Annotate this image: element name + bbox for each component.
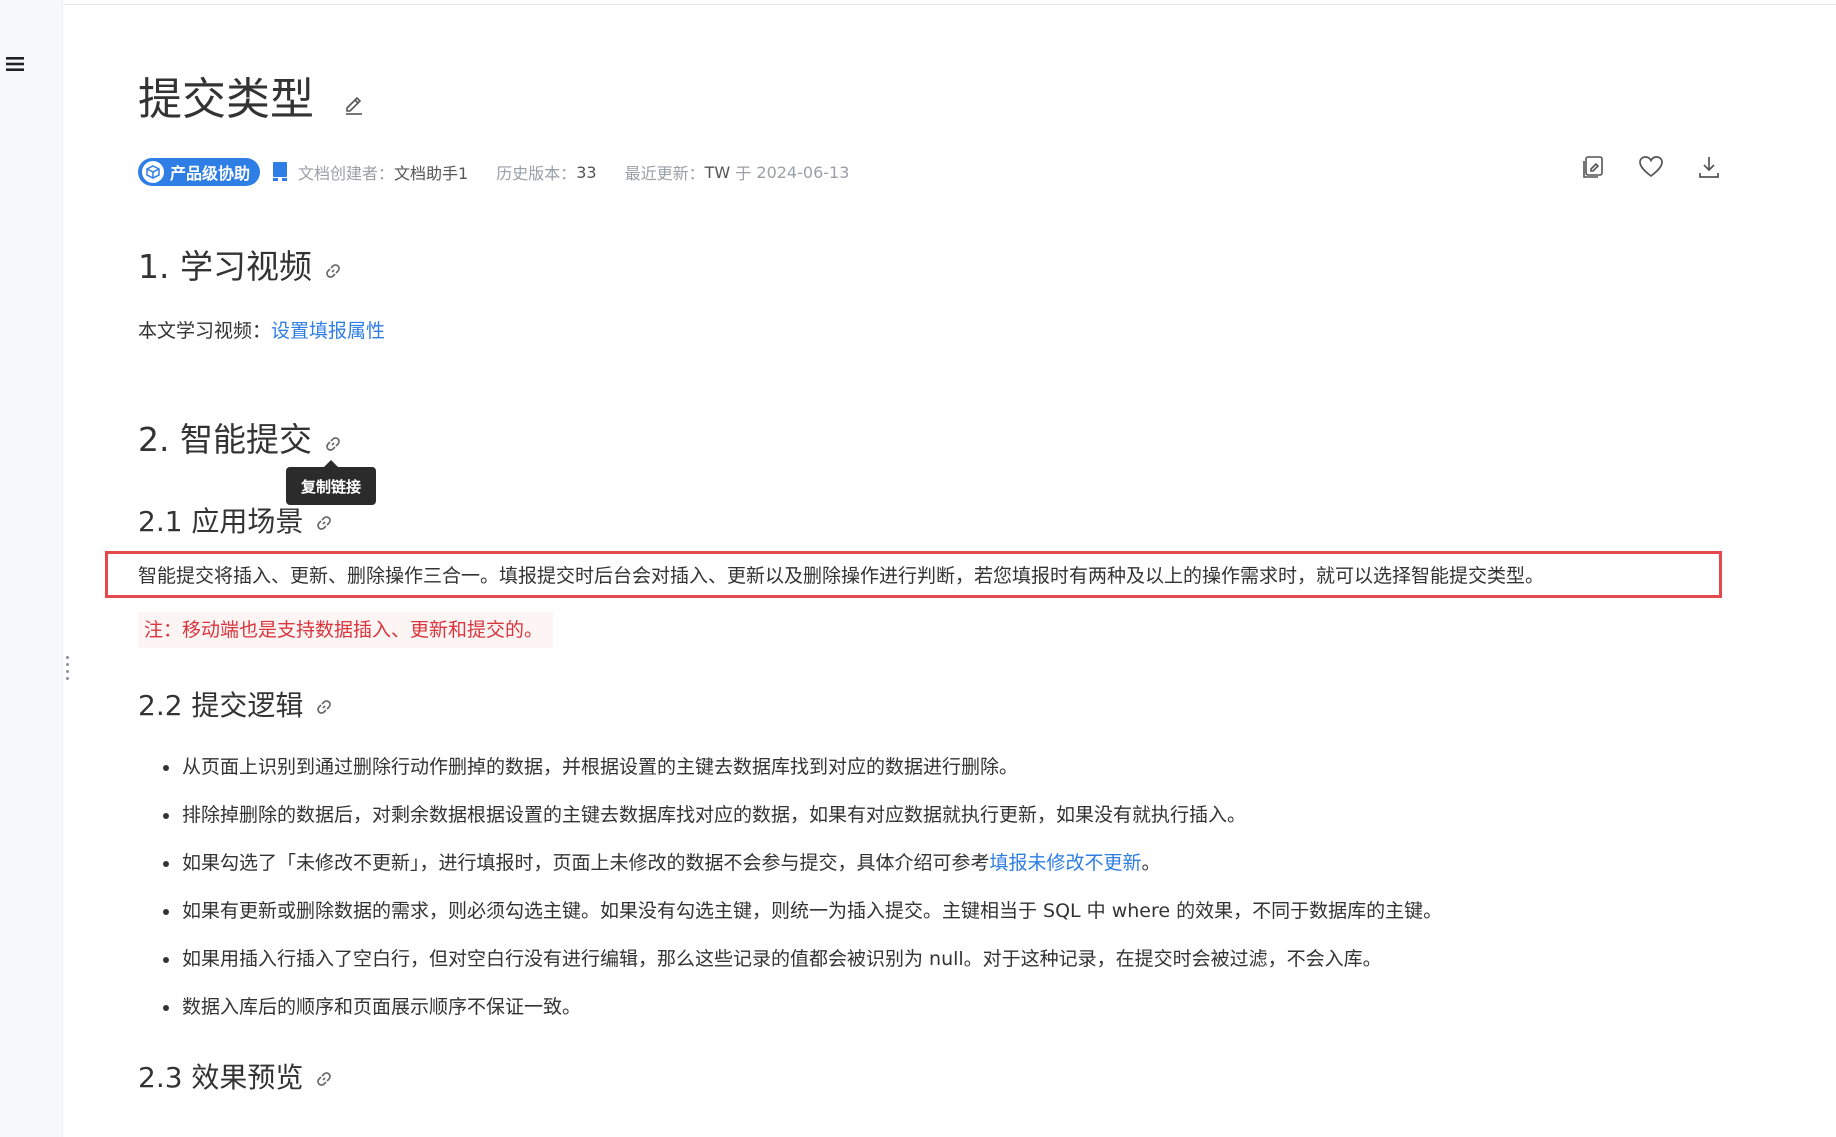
- page-title: 提交类型: [138, 74, 314, 125]
- list-item-text: 如果勾选了「未修改不更新」，进行填报时，页面上未修改的数据不会参与提交，具体介绍…: [182, 852, 990, 874]
- unmodified-link[interactable]: 填报未修改不更新: [990, 852, 1142, 874]
- sidebar-resize-handle[interactable]: [66, 656, 70, 680]
- list-item: 从页面上识别到通过删除行动作删掉的数据，并根据设置的主键去数据库找到对应的数据进…: [138, 743, 1442, 791]
- product-badge[interactable]: 产品级协助: [138, 158, 261, 186]
- creator-label: 文档创建者：: [298, 164, 395, 183]
- scenario-paragraph: 智能提交将插入、更新、删除操作三合一。填报提交时后台会对插入、更新以及删除操作进…: [138, 565, 1545, 587]
- link-icon[interactable]: [315, 689, 333, 725]
- copy-link-tooltip: 复制链接: [286, 460, 376, 505]
- logic-list: 从页面上识别到通过删除行动作删掉的数据，并根据设置的主键去数据库找到对应的数据进…: [138, 743, 1442, 1031]
- video-text: 本文学习视频：: [138, 320, 272, 342]
- heading-text: 2.1 应用场景: [138, 505, 304, 538]
- section-heading-1: 1. 学习视频: [138, 246, 342, 290]
- link-icon[interactable]: [324, 421, 342, 463]
- section-heading-2-2: 2.2 提交逻辑: [138, 688, 333, 725]
- heading-text: 2.2 提交逻辑: [138, 689, 304, 722]
- section-heading-2: 2. 智能提交: [138, 419, 342, 463]
- doc-actions: [1580, 154, 1722, 180]
- section-heading-2-3: 2.3 效果预览: [138, 1060, 333, 1097]
- updated-sep: 于: [730, 164, 757, 183]
- mobile-note: 注：移动端也是支持数据插入、更新和提交的。: [138, 612, 554, 648]
- list-item: 如果勾选了「未修改不更新」，进行填报时，页面上未修改的数据不会参与提交，具体介绍…: [138, 839, 1442, 887]
- video-link[interactable]: 设置填报属性: [271, 320, 385, 342]
- version-label: 历史版本：: [496, 164, 577, 183]
- doc-meta: 产品级协助 文档创建者： 文档助手1 历史版本： 33 最近更新： TW 于 2…: [138, 157, 849, 187]
- link-icon[interactable]: [315, 1061, 333, 1097]
- sidebar: [0, 0, 63, 1137]
- version-count: 33: [576, 162, 597, 182]
- video-paragraph: 本文学习视频：设置填报属性: [138, 317, 385, 345]
- download-icon[interactable]: [1696, 154, 1722, 180]
- list-item: 数据入库后的顺序和页面展示顺序不保证一致。: [138, 983, 1442, 1031]
- creator-name: 文档助手1: [394, 164, 469, 183]
- cube-icon: [142, 161, 164, 183]
- menu-icon[interactable]: [6, 56, 24, 75]
- copy-edit-icon[interactable]: [1580, 154, 1606, 180]
- list-item: 排除掉删除的数据后，对剩余数据根据设置的主键去数据库找对应的数据，如果有对应数据…: [138, 791, 1442, 839]
- badge-label: 产品级协助: [170, 164, 251, 183]
- heading-text: 2.3 效果预览: [138, 1061, 304, 1094]
- list-item-end: 。: [1141, 852, 1161, 874]
- updated-label: 最近更新：: [624, 164, 705, 183]
- list-item: 如果用插入行插入了空白行，但对空白行没有进行编辑，那么这些记录的值都会被识别为 …: [138, 935, 1442, 983]
- link-icon[interactable]: [315, 505, 333, 541]
- section-heading-2-1: 2.1 应用场景: [138, 504, 333, 541]
- updated-by: TW: [704, 162, 731, 182]
- list-item: 如果有更新或删除数据的需求，则必须勾选主键。如果没有勾选主键，则统一为插入提交。…: [138, 887, 1442, 935]
- edit-icon[interactable]: [343, 93, 365, 119]
- top-divider: [62, 4, 1836, 5]
- heading-text: 1. 学习视频: [138, 247, 312, 286]
- heart-icon[interactable]: [1638, 154, 1664, 180]
- heading-text: 2. 智能提交: [138, 420, 312, 459]
- updated-date: 2024-06-13: [756, 162, 850, 182]
- link-icon[interactable]: [324, 248, 342, 290]
- document-icon: [272, 162, 288, 182]
